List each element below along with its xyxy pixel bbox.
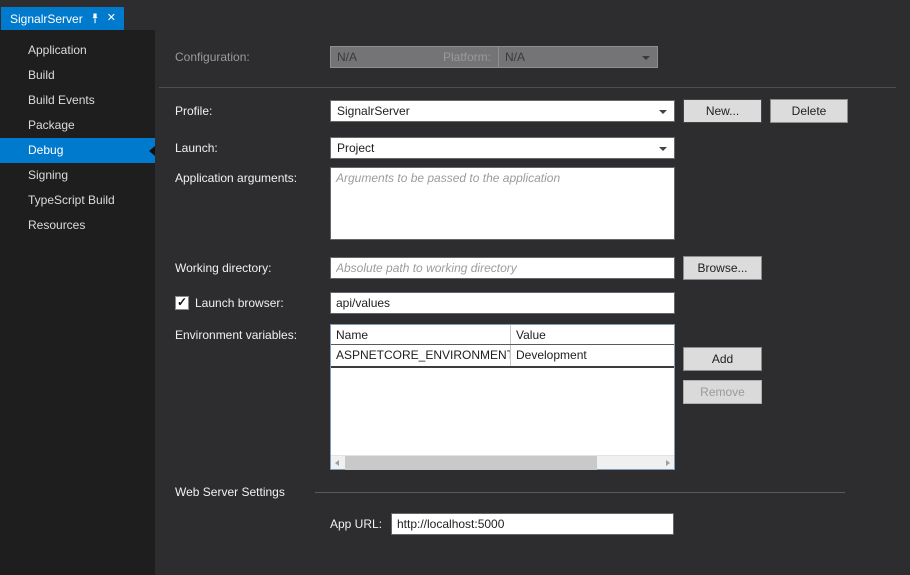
grid-empty-area bbox=[331, 368, 674, 455]
sidebar-item-application[interactable]: Application bbox=[0, 38, 155, 63]
add-button[interactable]: Add bbox=[683, 347, 762, 371]
application-arguments-label: Application arguments: bbox=[175, 171, 298, 185]
h-scrollbar[interactable] bbox=[331, 455, 674, 470]
sidebar-item-build-events[interactable]: Build Events bbox=[0, 88, 155, 113]
application-arguments-textarea[interactable] bbox=[330, 167, 675, 240]
profile-dropdown[interactable]: SignalrServer bbox=[330, 100, 675, 122]
properties-sidebar: Application Build Build Events Package D… bbox=[0, 30, 155, 575]
scroll-thumb[interactable] bbox=[345, 455, 597, 470]
grid-header: Name Value bbox=[331, 325, 674, 345]
sidebar-item-resources[interactable]: Resources bbox=[0, 213, 155, 238]
header-cell-value: Value bbox=[516, 328, 546, 342]
launch-browser-checkbox[interactable] bbox=[175, 295, 189, 310]
platform-value: N/A bbox=[505, 50, 526, 64]
pin-icon[interactable] bbox=[90, 13, 100, 24]
launch-value: Project bbox=[337, 141, 375, 155]
grid-row[interactable]: ASPNETCORE_ENVIRONMENT Development bbox=[331, 345, 674, 368]
cell-value[interactable]: Development bbox=[511, 345, 674, 366]
configuration-value: N/A bbox=[337, 50, 358, 64]
launch-label: Launch: bbox=[175, 141, 218, 155]
tab-title: SignalrServer bbox=[10, 11, 83, 26]
scroll-right-button[interactable] bbox=[660, 456, 674, 470]
configuration-label: Configuration: bbox=[175, 50, 250, 64]
environment-variables-label: Environment variables: bbox=[175, 328, 298, 342]
header-cell-name: Name bbox=[331, 325, 511, 344]
scroll-left-button[interactable] bbox=[331, 456, 345, 470]
debug-page: Configuration: N/A Platform: N/A Profile… bbox=[155, 30, 910, 575]
app-url-label: App URL: bbox=[330, 517, 383, 531]
chevron-down-icon bbox=[642, 56, 650, 60]
document-tab-bar: SignalrServer ✕ bbox=[0, 0, 910, 30]
sidebar-item-package[interactable]: Package bbox=[0, 113, 155, 138]
platform-dropdown: N/A bbox=[498, 46, 658, 68]
profile-value: SignalrServer bbox=[337, 104, 410, 118]
config-divider bbox=[159, 87, 896, 88]
tab-signalrserver[interactable]: SignalrServer ✕ bbox=[1, 7, 124, 30]
working-directory-input[interactable] bbox=[330, 257, 675, 279]
launch-browser-input[interactable] bbox=[330, 292, 675, 314]
new-button[interactable]: New... bbox=[683, 99, 762, 123]
sidebar-item-debug[interactable]: Debug bbox=[0, 138, 155, 163]
web-server-settings-divider bbox=[315, 492, 845, 493]
chevron-down-icon bbox=[659, 110, 667, 114]
app-url-input[interactable] bbox=[391, 513, 674, 535]
launch-dropdown[interactable]: Project bbox=[330, 137, 675, 159]
platform-label: Platform: bbox=[443, 50, 492, 64]
working-directory-label: Working directory: bbox=[175, 261, 272, 275]
launch-browser-label: Launch browser: bbox=[195, 296, 284, 310]
profile-label: Profile: bbox=[175, 104, 213, 118]
close-icon[interactable]: ✕ bbox=[107, 13, 116, 24]
sidebar-item-signing[interactable]: Signing bbox=[0, 163, 155, 188]
delete-button[interactable]: Delete bbox=[770, 99, 848, 123]
sidebar-item-build[interactable]: Build bbox=[0, 63, 155, 88]
env-vars-grid[interactable]: Name Value ASPNETCORE_ENVIRONMENT Develo… bbox=[330, 324, 675, 470]
remove-button: Remove bbox=[683, 380, 762, 404]
browse-button[interactable]: Browse... bbox=[683, 256, 762, 280]
project-properties-window: SignalrServer ✕ Application Build Build … bbox=[0, 0, 910, 575]
web-server-settings-heading: Web Server Settings bbox=[175, 485, 285, 499]
sidebar-item-typescript-build[interactable]: TypeScript Build bbox=[0, 188, 155, 213]
chevron-down-icon bbox=[659, 147, 667, 151]
cell-name[interactable]: ASPNETCORE_ENVIRONMENT bbox=[331, 345, 511, 366]
